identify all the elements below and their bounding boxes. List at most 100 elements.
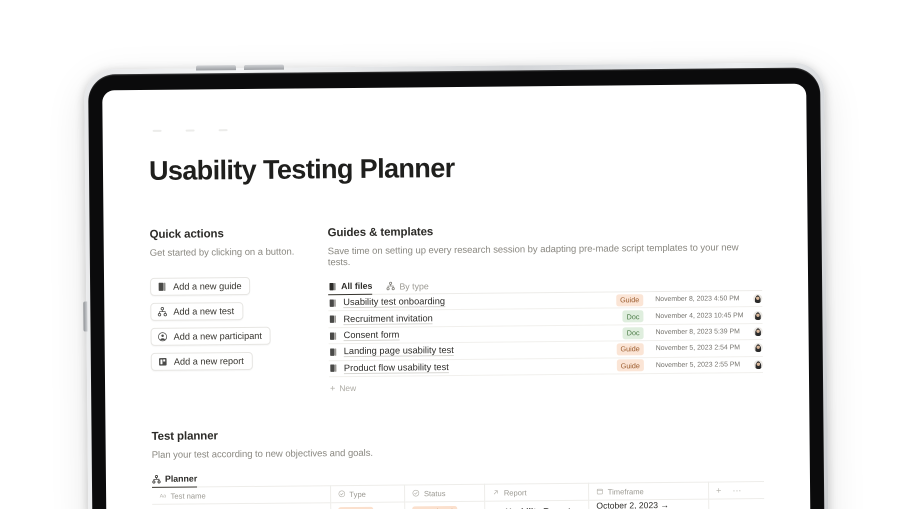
tab-all-files[interactable]: All files [328,280,373,296]
guide-title: Landing page usability test [343,345,454,358]
quick-actions-list: Add a new guide Add a new test Add a new… [150,276,329,371]
guide-name[interactable]: Recruitment invitation [328,311,622,325]
avatar-image [753,310,763,320]
guide-name[interactable]: Consent form [329,327,623,342]
book-icon [329,299,336,307]
test-planner-heading: Test planner [151,430,218,443]
cell-status[interactable]: Completed [405,501,486,509]
guide-name[interactable]: Landing page usability test [329,344,617,358]
guides-templates-column: Guides & templates Save time on setting … [328,223,764,393]
add-new-test-button[interactable]: Add a new test [150,302,244,321]
plus-icon: + [330,382,336,393]
quick-action-label: Add a new test [173,306,235,317]
guide-name[interactable]: Product flow usability test [329,360,617,374]
add-new-report-button[interactable]: Add a new report [150,351,253,371]
guide-title: Consent form [343,329,400,342]
avatar [753,310,763,320]
column-header-report[interactable]: Report [484,483,589,502]
tab-planner[interactable]: Planner [151,473,198,488]
book-icon [330,364,337,373]
cell-actions [708,498,765,509]
status-badge: Guide [616,293,644,307]
quick-action-label: Add a new report [173,356,244,367]
tab-label: Planner [164,473,198,484]
text-aa-icon: Aa [160,494,166,500]
tab-label: By type [399,280,429,292]
placeholder-dash [152,129,162,132]
svg-text:Aa: Aa [160,494,166,500]
placeholder-dash [218,129,228,132]
column-header-label: Timeframe [607,486,644,497]
two-column-section: Quick actions Get started by clicking on… [150,223,764,395]
book-icon [158,282,166,291]
add-new-guide-button[interactable]: Add a new guide [150,277,251,296]
guide-date: November 8, 2023 4:50 PM [655,295,740,304]
arrow-up-right-icon [494,490,499,495]
column-header-timeframe[interactable]: Timeframe [588,482,709,501]
flow-icon [152,474,161,484]
book-icon [330,348,337,356]
more-options-button[interactable]: ··· [732,485,741,495]
screenshot-root: Usability Testing Planner Quick actions … [0,0,905,509]
notion-page: Usability Testing Planner Quick actions … [102,84,811,509]
avatar-image [753,359,763,369]
new-label: New [339,382,357,394]
cell-report[interactable]: Usability Report [484,500,590,509]
guide-title: Recruitment invitation [343,312,433,325]
guides-subtitle: Save time on setting up every research s… [327,242,739,269]
timeframe-label: October 2, 2023 → October 16, 2023 [596,499,670,509]
book-icon [329,282,336,290]
tablet-screen: Usability Testing Planner Quick actions … [102,83,812,509]
add-new-participant-button[interactable]: Add a new participant [150,326,272,346]
select-icon [412,490,420,497]
placeholder-dash [185,129,195,132]
guides-heading: Guides & templates [327,226,434,240]
power-button[interactable] [83,301,88,332]
calendar-icon [597,489,603,495]
guides-new-button[interactable]: + New [329,379,763,393]
guide-name[interactable]: Usability test onboarding [328,295,616,309]
flow-icon [157,307,167,317]
status-badge: Guide [616,343,644,356]
quick-actions-subtitle: Get started by clicking on a button. [149,246,295,259]
guide-date: November 4, 2023 10:45 PM [655,311,744,320]
column-header-test-name[interactable]: Aa Test name [152,485,331,505]
tab-label: All files [341,280,373,292]
avatar [753,327,763,337]
flow-icon [386,281,396,291]
cell-timeframe[interactable]: October 2, 2023 → October 16, 2023 [588,499,709,509]
cell-type[interactable]: Remote [330,501,406,509]
test-planner-subtitle: Plan your test according to new objectiv… [151,447,374,461]
avatar-image [753,343,763,353]
quick-actions-column: Quick actions Get started by clicking on… [150,227,330,395]
guides-list: Usability test onboarding Guide November… [328,291,763,378]
list-item[interactable]: Product flow usability test Guide Novemb… [328,356,763,378]
quick-action-label: Add a new guide [173,281,242,292]
cell-test-name[interactable]: New onboarding flow [152,502,331,509]
column-header-actions: + ··· [708,481,765,500]
tab-by-type[interactable]: By type [386,280,429,294]
volume-down-button[interactable] [243,64,285,71]
tablet-device: Usability Testing Planner Quick actions … [83,62,830,509]
guide-date: November 5, 2023 2:55 PM [655,361,741,369]
avatar-image [753,294,763,304]
column-header-label: Report [503,487,527,498]
page-icon-placeholder-row [149,118,761,138]
quick-actions-heading: Quick actions [149,228,224,241]
status-badge: Doc [622,326,644,339]
column-header-type[interactable]: Type [330,484,406,503]
status-badge: Guide [616,359,644,372]
column-header-label: Type [349,489,366,499]
guide-date: November 5, 2023 2:54 PM [655,344,741,353]
guide-title: Usability test onboarding [343,296,446,309]
column-header-status[interactable]: Status [404,484,485,502]
avatar [753,343,763,353]
avatar-image [753,327,763,337]
book-icon [329,315,336,323]
add-column-button[interactable]: + [716,485,721,495]
guide-date: November 8, 2023 5:39 PM [655,328,740,337]
page-title: Usability Testing Planner [148,153,455,186]
volume-up-button[interactable] [195,65,237,71]
select-icon [338,490,345,498]
person-circle-icon [158,332,168,342]
